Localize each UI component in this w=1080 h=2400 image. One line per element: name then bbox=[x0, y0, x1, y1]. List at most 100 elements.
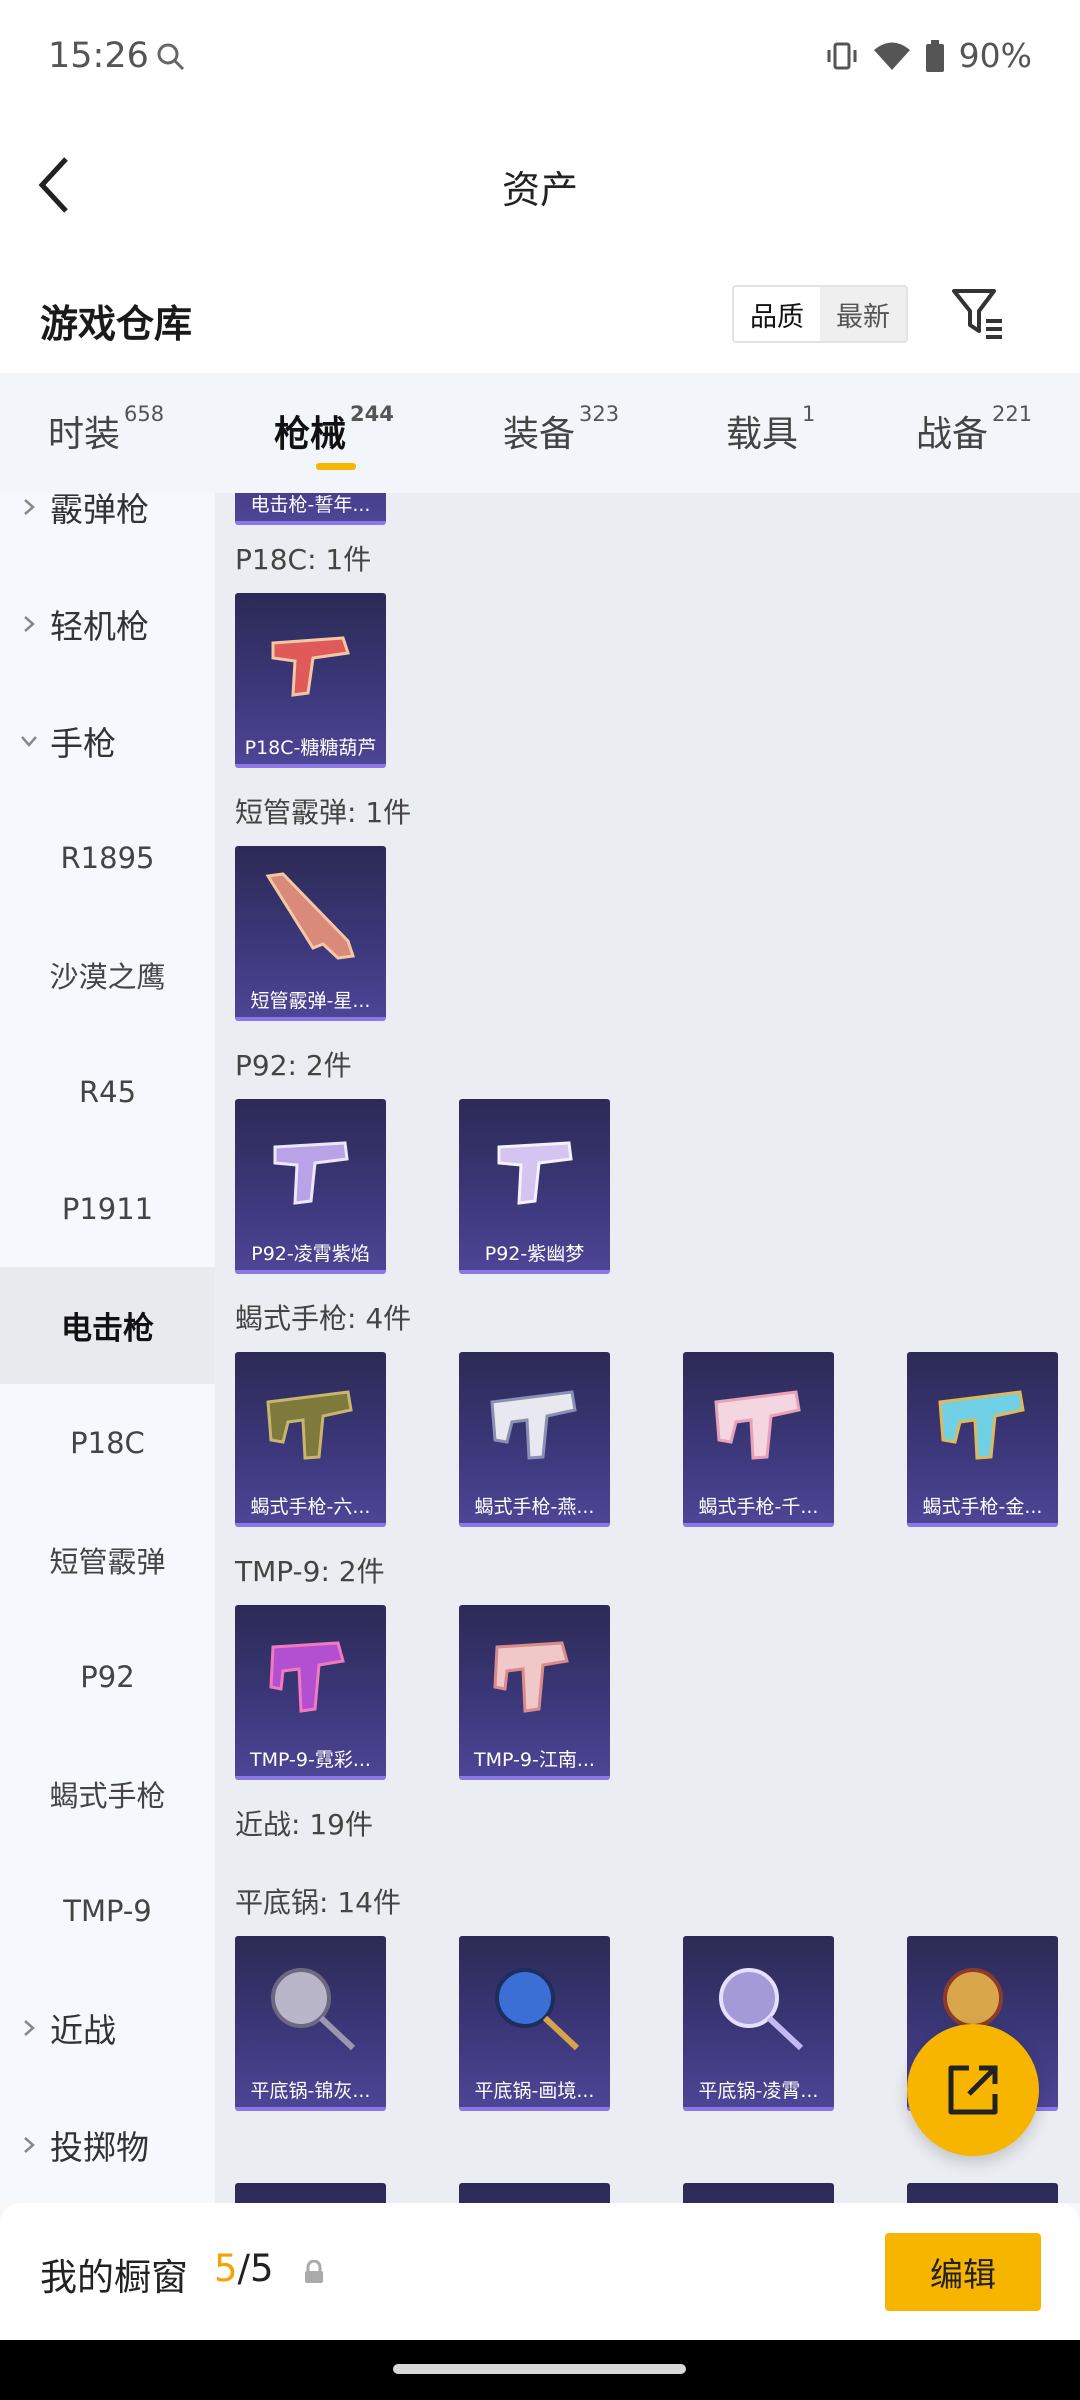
home-indicator[interactable] bbox=[393, 2364, 686, 2374]
item-name: 蝎式手枪-千... bbox=[698, 1496, 819, 1518]
item-card[interactable]: 蝎式手枪-燕... bbox=[459, 1352, 610, 1527]
item-grid: 电击枪-誓年... P18C: 1件 P18C-糖糖葫芦 短管霰弹: 1件 短管… bbox=[215, 493, 1080, 2203]
sidebar-item-desert-eagle[interactable]: 沙漠之鹰 bbox=[0, 916, 215, 1033]
item-name: TMP-9-江南... bbox=[474, 1749, 595, 1771]
item-card[interactable]: TMP-9-霓彩... bbox=[235, 1605, 386, 1780]
sidebar-item-r45[interactable]: R45 bbox=[0, 1033, 215, 1150]
share-icon bbox=[948, 2065, 998, 2115]
sidebar-item-p92[interactable]: P92 bbox=[0, 1618, 215, 1735]
group-label-sawed-off: 短管霰弹: 1件 bbox=[235, 796, 412, 829]
item-card[interactable]: 电击枪-誓年... bbox=[235, 493, 386, 525]
chevron-right-icon bbox=[24, 2136, 35, 2153]
sidebar-item-label: 近战 bbox=[50, 2010, 116, 2050]
tab-label: 时装 bbox=[48, 414, 121, 455]
smg-skin-image bbox=[266, 1390, 353, 1460]
pistol-skin-image bbox=[271, 636, 350, 697]
sidebar-item-p1911[interactable]: P1911 bbox=[0, 1150, 215, 1267]
item-card[interactable] bbox=[235, 2183, 386, 2203]
sidebar-item-label: 轻机枪 bbox=[50, 606, 149, 646]
group-label-skorpion: 蝎式手枪: 4件 bbox=[235, 1302, 412, 1335]
item-card[interactable]: 蝎式手枪-六... bbox=[235, 1352, 386, 1527]
sidebar-item-throwable[interactable]: 投掷物 bbox=[0, 2086, 215, 2203]
shotgun-skin-image bbox=[265, 872, 355, 960]
item-name: 电击枪-誓年... bbox=[250, 494, 371, 516]
sidebar-item-r1895[interactable]: R1895 bbox=[0, 799, 215, 916]
item-card[interactable] bbox=[683, 2183, 834, 2203]
sidebar-item-tmp9[interactable]: TMP-9 bbox=[0, 1852, 215, 1969]
tab-equipment[interactable]: 装备 323 bbox=[503, 402, 619, 457]
group-label-p92: P92: 2件 bbox=[235, 1049, 352, 1082]
wifi-icon bbox=[873, 42, 910, 70]
sidebar-item-melee[interactable]: 近战 bbox=[0, 1969, 215, 2086]
item-card[interactable]: TMP-9-江南... bbox=[459, 1605, 610, 1780]
sidebar-item-lmg[interactable]: 轻机枪 bbox=[0, 565, 215, 682]
share-button[interactable] bbox=[907, 2024, 1039, 2156]
smg-skin-image bbox=[938, 1390, 1025, 1460]
sidebar-item-shotgun[interactable]: 霰弹枪 bbox=[0, 493, 215, 565]
item-card[interactable]: 平底锅-锦灰... bbox=[235, 1936, 386, 2111]
tab-label: 载具 bbox=[726, 414, 799, 455]
vibrate-icon bbox=[827, 42, 857, 69]
item-card[interactable]: 短管霰弹-星... bbox=[235, 846, 386, 1021]
pan-skin-image bbox=[719, 1968, 804, 2051]
item-card[interactable] bbox=[459, 2183, 610, 2203]
sort-latest-button[interactable]: 最新 bbox=[820, 287, 906, 341]
tab-count: 244 bbox=[350, 402, 394, 426]
item-card[interactable]: 平底锅-凌霄... bbox=[683, 1936, 834, 2111]
showcase-label: 我的橱窗 bbox=[40, 2256, 188, 2299]
item-name: 短管霰弹-星... bbox=[250, 990, 371, 1012]
status-bar: 15:26 90% bbox=[0, 0, 1080, 115]
item-card[interactable]: 蝎式手枪-千... bbox=[683, 1352, 834, 1527]
item-name: TMP-9-霓彩... bbox=[250, 1749, 371, 1771]
showcase-total: /5 bbox=[237, 2247, 274, 2290]
item-name: 平底锅-画境... bbox=[474, 2080, 595, 2102]
smg-skin-image bbox=[269, 1641, 345, 1713]
tab-count: 1 bbox=[802, 402, 816, 426]
chevron-right-icon bbox=[24, 498, 35, 515]
pan-skin-image bbox=[495, 1968, 580, 2051]
tab-supplies[interactable]: 战备 221 bbox=[916, 402, 1032, 457]
tab-count: 658 bbox=[124, 402, 165, 426]
sidebar-item-label: 投掷物 bbox=[50, 2127, 149, 2167]
pistol-skin-image bbox=[497, 1141, 573, 1205]
group-label-melee: 近战: 19件 bbox=[235, 1808, 373, 1841]
sidebar-item-pistol[interactable]: 手枪 bbox=[0, 682, 215, 799]
filter-icon[interactable] bbox=[950, 285, 1006, 341]
item-card[interactable]: P92-凌霄紫焰 bbox=[235, 1099, 386, 1274]
chevron-right-icon bbox=[24, 615, 35, 632]
item-name: P92-紫幽梦 bbox=[484, 1243, 585, 1265]
battery-level: 90% bbox=[958, 36, 1032, 75]
sidebar-item-skorpion[interactable]: 蝎式手枪 bbox=[0, 1735, 215, 1852]
sidebar-item-sawed-off[interactable]: 短管霰弹 bbox=[0, 1501, 215, 1618]
warehouse-title: 游戏仓库 bbox=[40, 302, 193, 346]
tab-vehicles[interactable]: 载具 1 bbox=[726, 402, 816, 457]
active-tab-indicator bbox=[316, 463, 356, 470]
tab-firearms[interactable]: 枪械 244 bbox=[274, 402, 394, 470]
showcase-count: 5/5 bbox=[214, 2247, 274, 2290]
sort-quality-button[interactable]: 品质 bbox=[734, 287, 820, 341]
smg-skin-image bbox=[714, 1390, 801, 1460]
smg-skin-image bbox=[490, 1390, 577, 1460]
sidebar-item-stun-gun[interactable]: 电击枪 bbox=[0, 1267, 215, 1384]
tab-label: 枪械 bbox=[274, 414, 347, 455]
item-card[interactable]: 蝎式手枪-金... bbox=[907, 1352, 1058, 1527]
item-card[interactable]: P18C-糖糖葫芦 bbox=[235, 593, 386, 768]
item-name: P18C-糖糖葫芦 bbox=[244, 737, 377, 759]
sidebar-item-p18c[interactable]: P18C bbox=[0, 1384, 215, 1501]
sort-toggle: 品质 最新 bbox=[732, 285, 908, 343]
lock-icon bbox=[305, 2260, 323, 2283]
group-label-tmp9: TMP-9: 2件 bbox=[235, 1555, 385, 1588]
showcase-bar: 我的橱窗 5/5 编辑 bbox=[0, 2203, 1080, 2340]
sidebar-item-label: 霰弹枪 bbox=[50, 493, 149, 529]
chevron-down-icon bbox=[21, 735, 37, 747]
warehouse-header: 游戏仓库 品质 最新 bbox=[0, 255, 1080, 373]
item-name: 蝎式手枪-金... bbox=[922, 1496, 1043, 1518]
edit-button[interactable]: 编辑 bbox=[885, 2233, 1041, 2311]
item-card[interactable]: P92-紫幽梦 bbox=[459, 1099, 610, 1274]
item-name: P92-凌霄紫焰 bbox=[251, 1243, 370, 1265]
item-card[interactable]: 平底锅-画境... bbox=[459, 1936, 610, 2111]
tab-fashion[interactable]: 时装 658 bbox=[48, 402, 165, 457]
page-title: 资产 bbox=[501, 168, 578, 212]
item-card[interactable] bbox=[907, 2183, 1058, 2203]
item-name: 蝎式手枪-六... bbox=[250, 1496, 371, 1518]
